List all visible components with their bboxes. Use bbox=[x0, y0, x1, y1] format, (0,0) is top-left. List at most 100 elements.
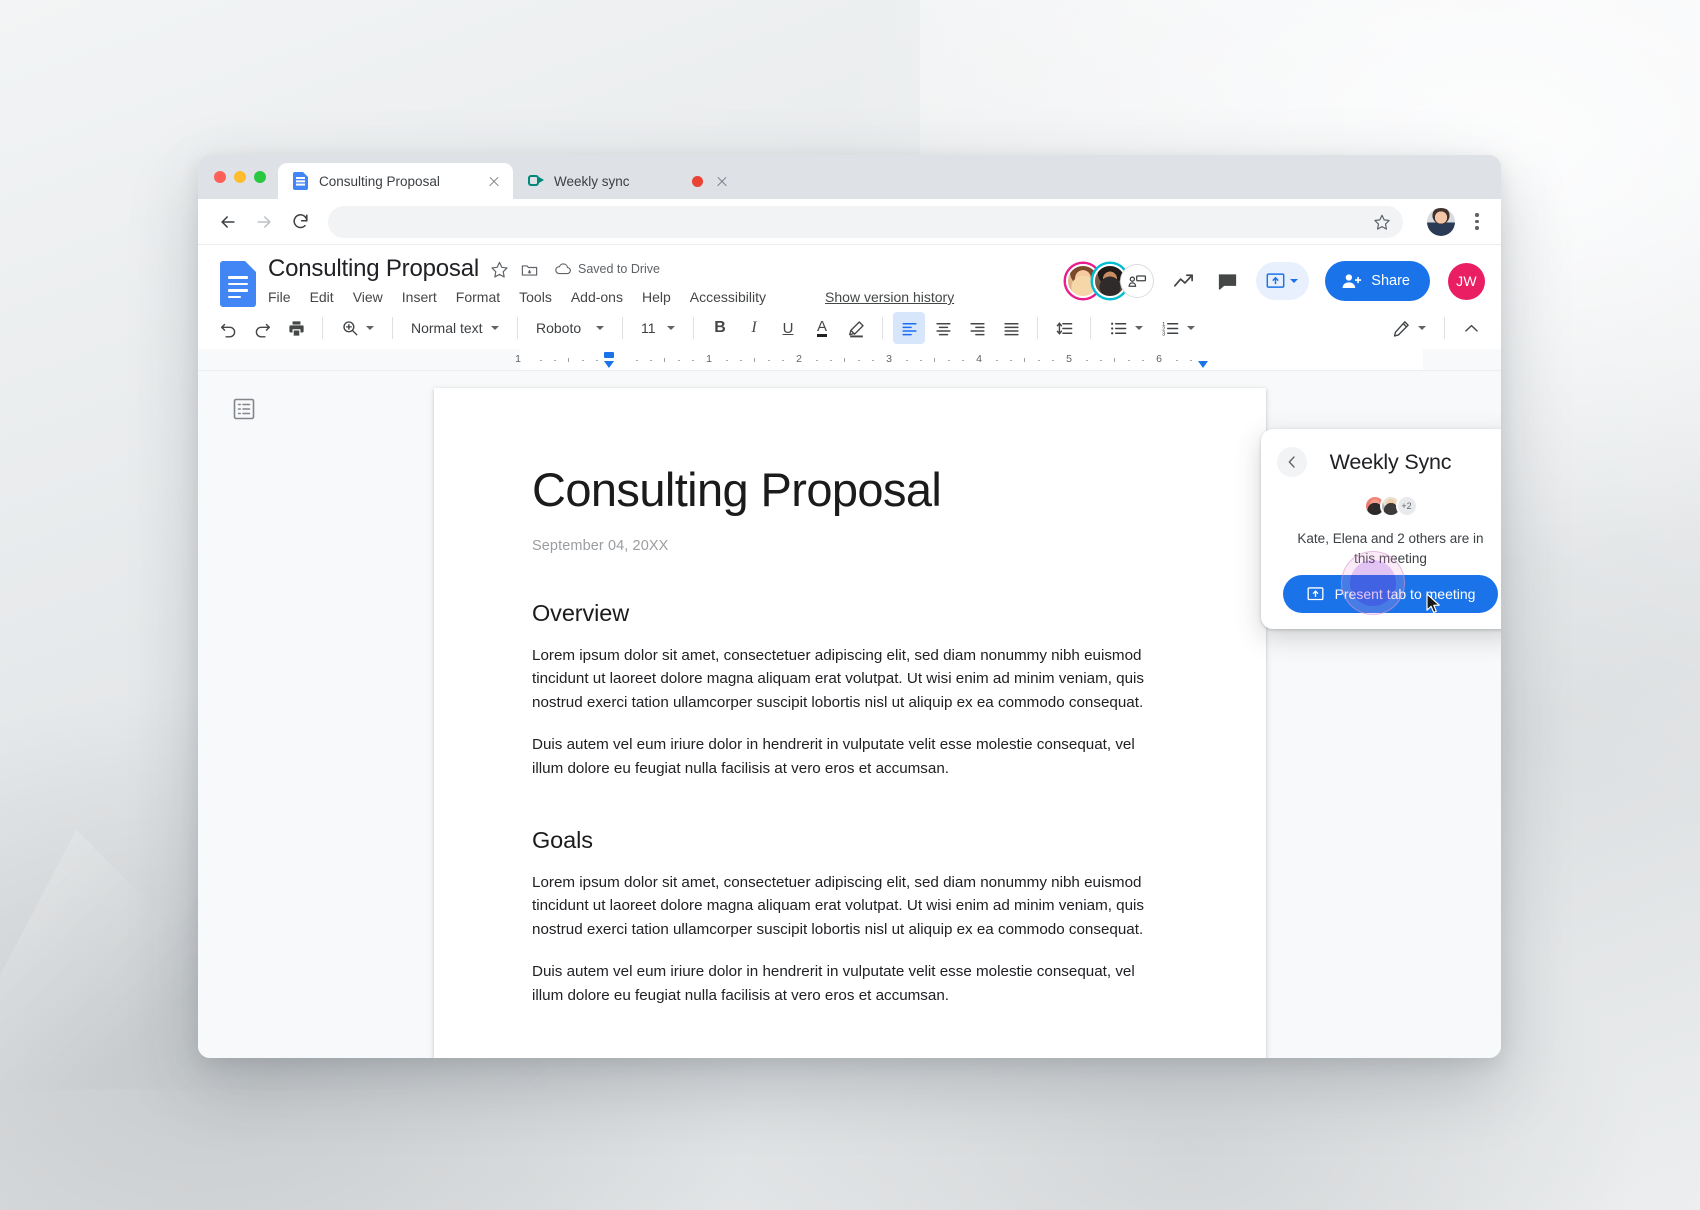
menu-tools[interactable]: Tools bbox=[519, 289, 552, 305]
paragraph-style-dropdown[interactable]: Normal text bbox=[403, 312, 507, 344]
align-center-icon[interactable] bbox=[927, 312, 959, 344]
present-tab-icon bbox=[1306, 586, 1325, 603]
browser-profile-avatar[interactable] bbox=[1427, 207, 1455, 236]
text-color-label: A bbox=[816, 318, 827, 338]
meet-popup-title: Weekly Sync bbox=[1329, 449, 1452, 474]
document-ruler[interactable]: 1 1 2 3 4 5 6 bbox=[198, 349, 1501, 371]
comment-icon[interactable] bbox=[1208, 262, 1246, 300]
docs-toolbar: Normal text Roboto 11 B I U A 1 2 3 bbox=[198, 307, 1501, 349]
maximize-window-button[interactable] bbox=[254, 171, 266, 183]
close-window-button[interactable] bbox=[214, 171, 226, 183]
undo-icon[interactable] bbox=[212, 312, 244, 344]
star-outline-icon[interactable] bbox=[490, 260, 509, 279]
menu-view[interactable]: View bbox=[353, 289, 383, 305]
chevron-left-icon[interactable] bbox=[1277, 447, 1307, 477]
minimize-window-button[interactable] bbox=[234, 171, 246, 183]
align-right-icon[interactable] bbox=[961, 312, 993, 344]
document-heading: Consulting Proposal bbox=[532, 463, 942, 516]
align-justify-icon[interactable] bbox=[995, 312, 1027, 344]
page-title[interactable]: Consulting Proposal bbox=[268, 255, 479, 283]
menu-file[interactable]: File bbox=[268, 289, 291, 305]
chevron-down-icon[interactable] bbox=[491, 326, 499, 330]
section-paragraph: Duis autem vel eum iriure dolor in hendr… bbox=[532, 963, 1135, 1004]
chevron-down-icon[interactable] bbox=[366, 326, 374, 330]
italic-label: I bbox=[751, 319, 757, 336]
kebab-menu-icon[interactable] bbox=[1467, 208, 1487, 236]
ruler-label: 6 bbox=[1156, 353, 1162, 365]
recording-indicator-icon bbox=[692, 175, 703, 187]
docs-menubar: File Edit View Insert Format Tools Add-o… bbox=[268, 289, 1066, 305]
chevron-down-icon[interactable] bbox=[1187, 326, 1195, 330]
text-color-button[interactable]: A bbox=[806, 312, 838, 344]
forward-arrow-icon[interactable] bbox=[248, 206, 280, 238]
ruler-label: 2 bbox=[796, 353, 802, 365]
docs-header-actions: Share JW bbox=[1066, 261, 1485, 301]
tab-title: Consulting Proposal bbox=[319, 173, 440, 189]
present-tab-button[interactable] bbox=[1256, 262, 1310, 300]
document-page[interactable]: Consulting Proposal September 04, 20XX O… bbox=[434, 388, 1266, 1058]
close-icon[interactable] bbox=[713, 172, 731, 190]
address-bar[interactable] bbox=[328, 205, 1403, 238]
participant-overflow-count: +2 bbox=[1395, 495, 1418, 517]
line-spacing-icon[interactable] bbox=[1048, 312, 1080, 344]
account-avatar[interactable]: JW bbox=[1448, 262, 1485, 300]
ruler-track: 1 1 2 3 4 5 6 bbox=[428, 349, 1491, 370]
underline-button[interactable]: U bbox=[772, 312, 804, 344]
menu-help[interactable]: Help bbox=[642, 289, 671, 305]
present-to-meeting-icon[interactable] bbox=[1120, 264, 1155, 298]
document-outline-icon[interactable] bbox=[231, 396, 257, 422]
menu-add-ons[interactable]: Add-ons bbox=[571, 289, 623, 305]
highlighter-icon[interactable] bbox=[840, 312, 872, 344]
close-icon[interactable] bbox=[485, 172, 503, 190]
align-left-icon[interactable] bbox=[893, 312, 925, 344]
toolbar-divider bbox=[882, 317, 883, 339]
font-family-dropdown[interactable]: Roboto bbox=[528, 312, 612, 344]
chevron-down-icon[interactable] bbox=[1135, 326, 1143, 330]
redo-icon[interactable] bbox=[246, 312, 278, 344]
section-heading-goals: Goals bbox=[532, 826, 593, 853]
reload-icon[interactable] bbox=[284, 206, 316, 238]
zoom-control[interactable] bbox=[333, 312, 382, 344]
browser-tab-consulting-proposal[interactable]: Consulting Proposal bbox=[278, 163, 513, 199]
toolbar-divider bbox=[517, 317, 518, 339]
browser-toolbar bbox=[198, 199, 1501, 245]
italic-button[interactable]: I bbox=[738, 312, 770, 344]
numbered-list-dropdown[interactable]: 123 bbox=[1153, 312, 1203, 344]
click-ripple-indicator bbox=[1341, 551, 1405, 615]
toolbar-divider bbox=[693, 317, 694, 339]
toolbar-divider bbox=[1090, 317, 1091, 339]
print-icon[interactable] bbox=[280, 312, 312, 344]
show-version-history-link[interactable]: Show version history bbox=[825, 289, 954, 305]
bold-button[interactable]: B bbox=[704, 312, 736, 344]
toolbar-divider bbox=[1444, 317, 1445, 339]
cloud-icon bbox=[554, 262, 572, 276]
browser-tab-weekly-sync[interactable]: Weekly sync bbox=[513, 163, 741, 199]
font-family-value: Roboto bbox=[536, 320, 582, 336]
meet-participant-avatars: +2 bbox=[1363, 495, 1418, 517]
ruler-label: 1 bbox=[515, 353, 521, 365]
move-to-folder-icon[interactable] bbox=[520, 260, 539, 279]
menu-accessibility[interactable]: Accessibility bbox=[690, 289, 766, 305]
toolbar-divider bbox=[322, 317, 323, 339]
star-icon[interactable] bbox=[1373, 213, 1391, 231]
font-size-dropdown[interactable]: 11 bbox=[633, 312, 683, 344]
menu-format[interactable]: Format bbox=[456, 289, 500, 305]
chevron-up-icon[interactable] bbox=[1455, 312, 1487, 344]
save-status-text: Saved to Drive bbox=[578, 262, 660, 276]
chevron-down-icon[interactable] bbox=[1290, 279, 1299, 283]
chevron-down-icon[interactable] bbox=[667, 326, 675, 330]
back-arrow-icon[interactable] bbox=[212, 206, 244, 238]
menu-edit[interactable]: Edit bbox=[310, 289, 334, 305]
chevron-down-icon[interactable] bbox=[596, 326, 604, 330]
menu-insert[interactable]: Insert bbox=[402, 289, 437, 305]
trending-up-icon[interactable] bbox=[1164, 262, 1202, 300]
toolbar-divider bbox=[392, 317, 393, 339]
bulleted-list-dropdown[interactable] bbox=[1101, 312, 1151, 344]
right-indent-marker[interactable] bbox=[1198, 361, 1208, 368]
share-button[interactable]: Share bbox=[1325, 261, 1430, 301]
editing-mode-dropdown[interactable] bbox=[1384, 312, 1434, 344]
chevron-down-icon[interactable] bbox=[1418, 326, 1426, 330]
docs-app-header: Consulting Proposal Saved to Drive File … bbox=[198, 245, 1501, 307]
doc-title-block: Consulting Proposal Saved to Drive File … bbox=[268, 255, 1066, 305]
section-heading-overview: Overview bbox=[532, 599, 630, 626]
